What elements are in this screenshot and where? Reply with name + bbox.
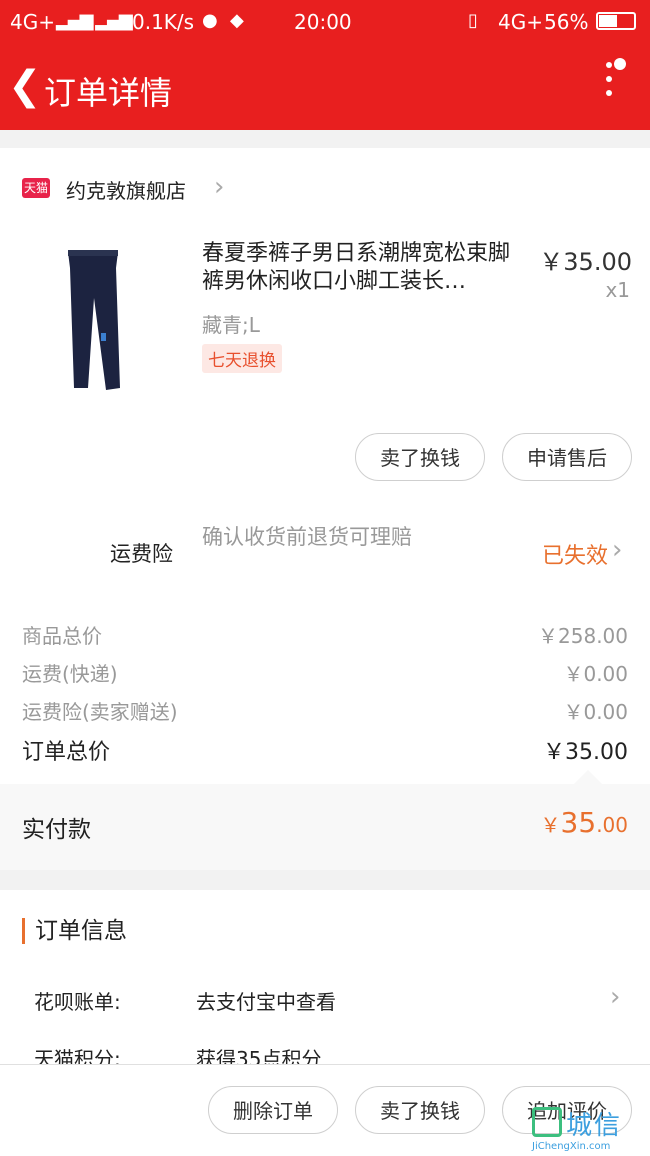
signal-icon: ▂▄▆ ▂▄▆ [56,10,133,31]
caret-decoration [574,770,602,784]
insurance-status[interactable]: 已失效 [542,538,608,570]
qq-icon: ● [202,10,218,31]
paid-decimal: .00 [596,813,628,837]
status-bar: 4G+ ▂▄▆ ▂▄▆ 0.1K/s ● ◆ 20:00 ▯ 4G+ 56% [0,0,650,44]
product-title[interactable]: 春夏季裤子男日系潮牌宽松束脚裤男休闲收口小脚工装长… [202,240,517,296]
summary-value: ￥0.00 [563,662,628,686]
paid-symbol: ￥ [540,813,561,837]
product-quantity: x1 [605,278,630,302]
battery-level: 56% [544,10,589,34]
sell-button[interactable]: 卖了换钱 [355,433,485,481]
store-name[interactable]: 约克敦旗舰店 [66,175,186,204]
summary-value: ￥258.00 [538,624,628,648]
battery-icon [596,12,636,30]
watermark-logo: 城信 JiChengXin.com [532,1105,642,1152]
chevron-right-icon[interactable]: › [610,982,620,1012]
paid-label: 实付款 [22,817,91,843]
paid-integer: 35 [560,806,597,839]
order-total-value: ￥35.00 [543,740,628,765]
more-icon[interactable] [606,58,626,104]
watermark-icon [532,1107,562,1137]
summary-label: 运费(快递) [22,662,118,686]
network-left: 4G+ [10,10,55,34]
chevron-right-icon[interactable]: › [612,535,622,565]
paid-value: ￥35.00 [541,806,628,839]
huabei-key: 花呗账单: [34,990,121,1014]
order-info-title: 订单信息 [22,918,127,944]
vibrate-icon: ▯ [468,10,478,31]
summary-label: 运费险(卖家赠送) [22,700,178,724]
back-icon[interactable]: ❮ [8,66,42,106]
order-total-label: 订单总价 [22,740,111,765]
insurance-label: 运费险 [110,542,173,566]
sell-button-bottom[interactable]: 卖了换钱 [355,1086,485,1134]
summary-row: 运费(快递) ￥0.00 [22,658,628,687]
product-thumbnail[interactable] [46,238,176,398]
after-sale-button[interactable]: 申请售后 [502,433,632,481]
summary-value: ￥0.00 [563,700,628,724]
tmall-badge-icon: 天猫 [22,178,50,198]
network-right: 4G+ [498,10,543,34]
order-info-card [0,890,650,1064]
top-bar: 4G+ ▂▄▆ ▂▄▆ 0.1K/s ● ◆ 20:00 ▯ 4G+ 56% ❮… [0,0,650,130]
summary-row: 运费险(卖家赠送) ￥0.00 [22,696,628,725]
page-title: 订单详情 [44,74,173,112]
return-policy-tag: 七天退换 [202,344,282,373]
watermark-url: JiChengXin.com [532,1141,611,1152]
net-speed: 0.1K/s [132,10,195,34]
chevron-right-icon[interactable]: › [214,172,224,202]
shield-icon: ◆ [230,10,244,31]
summary-row: 商品总价 ￥258.00 [22,620,628,649]
product-spec: 藏青;L [202,313,260,337]
huabei-value[interactable]: 去支付宝中查看 [196,986,336,1015]
order-total-row: 订单总价 ￥35.00 [22,734,628,766]
watermark-text: 城信 [566,1111,623,1141]
product-price: ￥35.00 [539,248,632,276]
insurance-desc: 确认收货前退货可理赔 [202,525,412,549]
delete-order-button[interactable]: 删除订单 [208,1086,338,1134]
clock: 20:00 [294,10,352,34]
summary-label: 商品总价 [22,624,102,648]
